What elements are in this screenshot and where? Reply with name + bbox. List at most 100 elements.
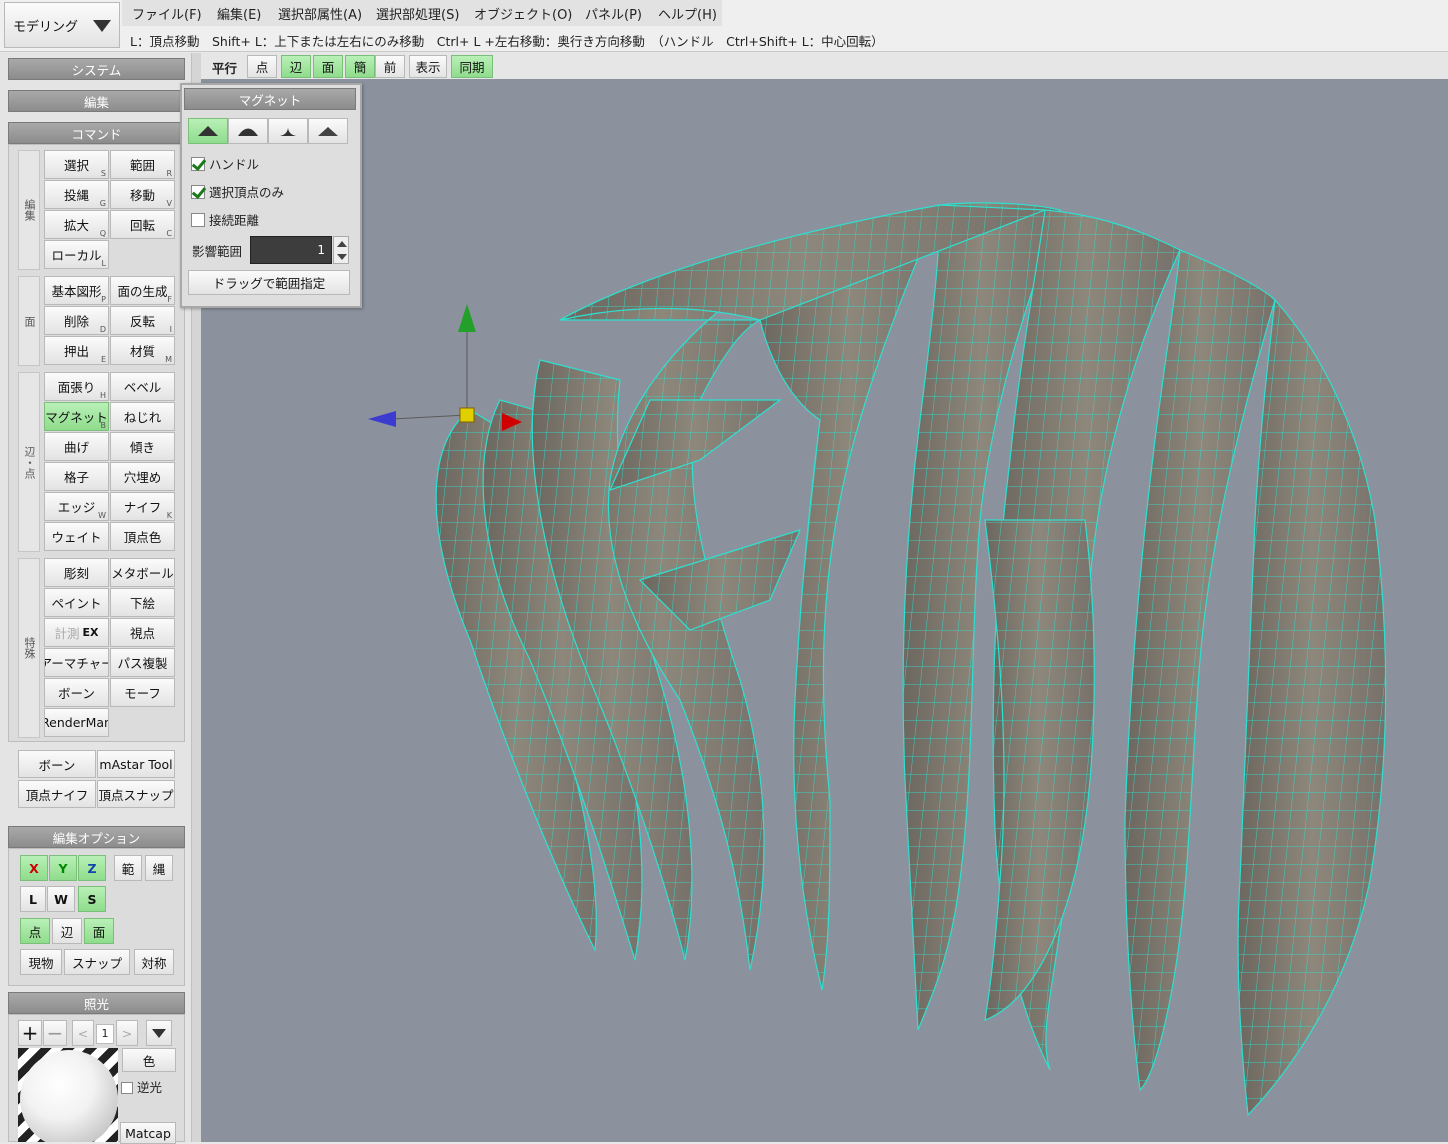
command-button[interactable]: ベベル xyxy=(110,372,175,401)
command-button[interactable]: 彫刻 xyxy=(44,558,109,587)
menu-edit[interactable]: 編集(E) xyxy=(217,4,261,23)
command-button[interactable]: ナイフ K xyxy=(110,492,175,521)
light-menu-button[interactable] xyxy=(146,1020,172,1046)
command-button[interactable]: マグネット B xyxy=(44,402,109,431)
command-button[interactable]: 材質 M xyxy=(110,336,175,365)
plugin-mastar-button[interactable]: mAstar Tool xyxy=(97,750,175,778)
matcap-button[interactable]: Matcap xyxy=(120,1122,176,1144)
menu-attr[interactable]: 選択部属性(A) xyxy=(278,4,362,23)
range-spinner[interactable] xyxy=(333,236,349,264)
light-color-button[interactable]: 色 xyxy=(122,1048,176,1072)
spin-up-icon[interactable] xyxy=(337,241,347,247)
falloff-linear-button[interactable] xyxy=(308,118,348,144)
command-button[interactable]: ウェイト xyxy=(44,522,109,551)
prev-light-button[interactable]: < xyxy=(72,1020,94,1046)
gizmo-z-arrow-icon[interactable] xyxy=(368,411,396,427)
command-button[interactable]: 格子 xyxy=(44,462,109,491)
edit-options-header[interactable]: 編集オプション xyxy=(8,826,185,848)
magnet-title[interactable]: マグネット xyxy=(184,88,356,110)
plugin-vertex-knife-button[interactable]: 頂点ナイフ xyxy=(18,780,96,808)
sel-vertex-button[interactable]: 点 xyxy=(20,918,50,944)
axis-z-button[interactable]: Z xyxy=(78,855,106,881)
command-button[interactable]: 穴埋め xyxy=(110,462,175,491)
range-input[interactable]: 1 xyxy=(250,236,332,264)
command-button[interactable]: 面張り H xyxy=(44,372,109,401)
edit-header[interactable]: 編集 xyxy=(8,90,185,112)
local-l-button[interactable]: L xyxy=(20,886,46,912)
menu-process[interactable]: 選択部処理(S) xyxy=(376,4,459,23)
command-button[interactable]: 押出 E xyxy=(44,336,109,365)
command-button[interactable]: 投縄 G xyxy=(44,180,109,209)
snap-button[interactable]: スナップ xyxy=(64,949,130,975)
view-face-button[interactable]: 面 xyxy=(313,55,343,78)
screen-s-button[interactable]: S xyxy=(78,886,106,912)
menu-file[interactable]: ファイル(F) xyxy=(132,4,202,23)
command-button[interactable]: 曲げ xyxy=(44,432,109,461)
command-button[interactable]: 頂点色 xyxy=(110,522,175,551)
plugin-bone-button[interactable]: ボーン xyxy=(18,750,96,778)
command-button[interactable]: アーマチャー xyxy=(44,648,109,677)
command-button[interactable]: 傾き xyxy=(110,432,175,461)
hair-mesh[interactable] xyxy=(201,79,1448,1142)
falloff-spike-button[interactable] xyxy=(268,118,308,144)
view-projection-label[interactable]: 平行 xyxy=(212,58,237,77)
connected-distance-checkbox[interactable]: 接続距離 xyxy=(191,210,259,229)
view-display-button[interactable]: 表示 xyxy=(409,55,447,78)
handle-checkbox[interactable]: ハンドル xyxy=(191,154,259,173)
command-button[interactable]: 反転 I xyxy=(110,306,175,335)
command-button[interactable]: 移動 V xyxy=(110,180,175,209)
command-button[interactable]: RenderMan xyxy=(44,708,109,737)
lasso-button[interactable]: 縄 xyxy=(145,855,173,881)
menu-help[interactable]: ヘルプ(H) xyxy=(658,4,717,23)
mode-select[interactable]: モデリング xyxy=(4,2,120,48)
view-edge-button[interactable]: 辺 xyxy=(281,55,311,78)
axis-y-button[interactable]: Y xyxy=(49,855,77,881)
menu-panel[interactable]: パネル(P) xyxy=(585,4,642,23)
menu-object[interactable]: オブジェクト(O) xyxy=(474,4,572,23)
world-w-button[interactable]: W xyxy=(47,886,75,912)
spin-down-icon[interactable] xyxy=(337,254,347,260)
command-button[interactable]: ペイント xyxy=(44,588,109,617)
command-button[interactable]: 拡大 Q xyxy=(44,210,109,239)
command-button[interactable]: 下絵 xyxy=(110,588,175,617)
selected-only-checkbox[interactable]: 選択頂点のみ xyxy=(191,182,284,201)
lighting-header[interactable]: 照光 xyxy=(8,992,185,1014)
add-light-button[interactable]: + xyxy=(18,1020,42,1046)
command-button[interactable]: 削除 D xyxy=(44,306,109,335)
plugin-vertex-snap-button[interactable]: 頂点スナップ xyxy=(97,780,175,808)
drag-range-button[interactable]: ドラッグで範囲指定 xyxy=(188,270,350,295)
command-button[interactable]: 選択 S xyxy=(44,150,109,179)
light-sphere-preview[interactable] xyxy=(18,1048,118,1142)
command-button[interactable]: 範囲 R xyxy=(110,150,175,179)
view-vertex-button[interactable]: 点 xyxy=(247,55,277,78)
view-sync-button[interactable]: 同期 xyxy=(451,55,493,78)
command-button[interactable]: 面の生成 F xyxy=(110,276,175,305)
system-header[interactable]: システム xyxy=(8,58,185,80)
command-button[interactable]: ローカル L xyxy=(44,240,109,269)
current-object-button[interactable]: 現物 xyxy=(20,949,62,975)
falloff-sharp-button[interactable] xyxy=(188,118,228,144)
command-button[interactable]: メタボール xyxy=(110,558,175,587)
axis-x-button[interactable]: X xyxy=(20,855,48,881)
viewport[interactable] xyxy=(201,79,1448,1142)
gizmo-center-handle-icon[interactable] xyxy=(459,407,475,423)
next-light-button[interactable]: > xyxy=(116,1020,138,1046)
view-front-button[interactable]: 前 xyxy=(375,55,405,78)
sel-face-button[interactable]: 面 xyxy=(84,918,114,944)
command-header[interactable]: コマンド xyxy=(8,122,185,144)
backlight-checkbox[interactable]: 逆光 xyxy=(121,1077,162,1096)
command-button[interactable]: パス複製 xyxy=(110,648,175,677)
command-button[interactable]: 基本図形 P xyxy=(44,276,109,305)
gizmo-y-arrow-icon[interactable] xyxy=(458,304,476,332)
command-button[interactable]: 計測 EX xyxy=(44,618,109,647)
command-button[interactable]: ねじれ xyxy=(110,402,175,431)
command-button[interactable]: 視点 xyxy=(110,618,175,647)
remove-light-button[interactable]: − xyxy=(43,1020,67,1046)
view-simple-button[interactable]: 簡 xyxy=(345,55,375,78)
command-button[interactable]: 回転 C xyxy=(110,210,175,239)
symmetry-button[interactable]: 対称 xyxy=(134,949,174,975)
falloff-round-button[interactable] xyxy=(228,118,268,144)
command-button[interactable]: エッジ W xyxy=(44,492,109,521)
sel-edge-button[interactable]: 辺 xyxy=(52,918,82,944)
command-button[interactable]: モーフ xyxy=(110,678,175,707)
